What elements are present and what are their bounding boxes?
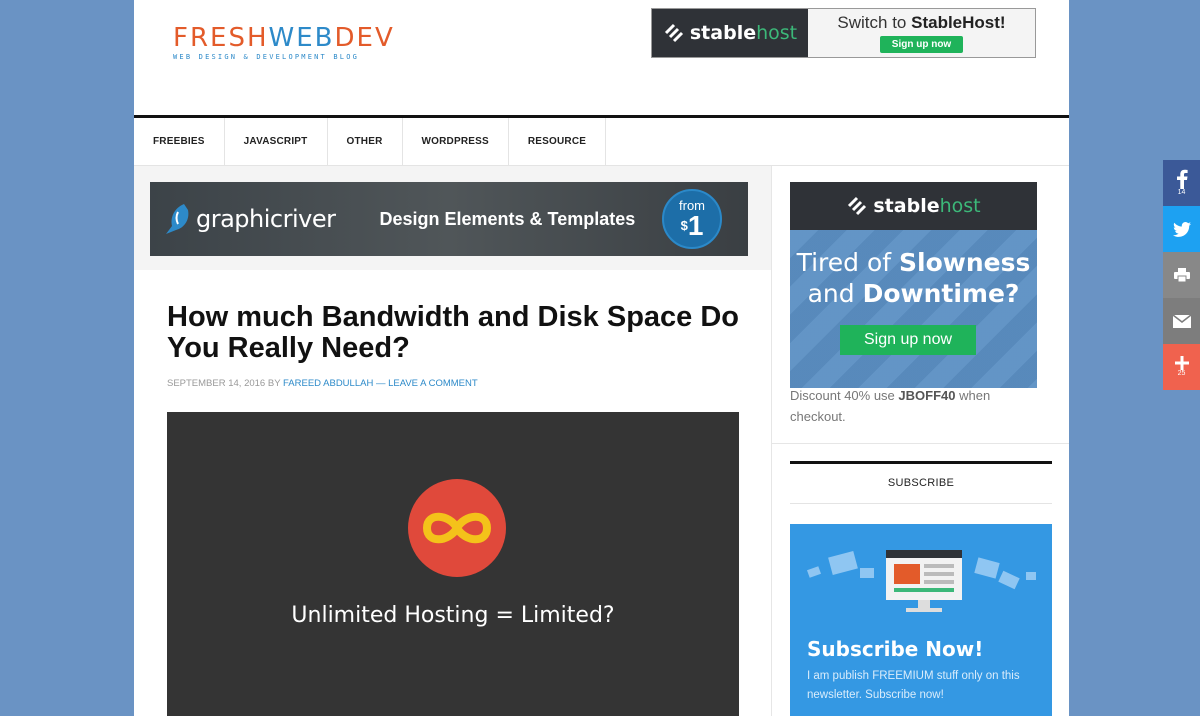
- main-nav: FREEBIES JAVASCRIPT OTHER WORDPRESS RESO…: [134, 115, 1069, 166]
- price-currency: $: [680, 217, 688, 233]
- price-value: $1: [680, 209, 704, 241]
- discount-note: Discount 40% use JBOFF40 when checkout.: [790, 385, 1020, 427]
- header-ad-stablehost[interactable]: stablehost Switch to StableHost! Sign up…: [651, 8, 1036, 58]
- nav-item-wordpress[interactable]: WORDPRESS: [403, 118, 509, 165]
- page-container: FRESHWEBDEV WEB DESIGN & DEVELOPMENT BLO…: [134, 0, 1069, 716]
- nav-item-freebies[interactable]: FREEBIES: [134, 118, 225, 165]
- share-print-button[interactable]: [1163, 252, 1200, 298]
- fish-icon: [166, 204, 189, 234]
- post-image-caption: Unlimited Hosting = Limited?: [291, 603, 615, 628]
- stablehost-wordmark: stablehost: [873, 195, 980, 217]
- nav-item-resource[interactable]: RESOURCE: [509, 118, 607, 165]
- graphicriver-logo: graphicriver: [164, 202, 336, 236]
- sidebar-ad-stablehost[interactable]: stablehost Tired of Slowness and Downtim…: [790, 182, 1037, 388]
- nav-item-javascript[interactable]: JAVASCRIPT: [225, 118, 328, 165]
- share-email-button[interactable]: [1163, 298, 1200, 344]
- facebook-icon: [1176, 169, 1188, 189]
- share-more-button[interactable]: 25: [1163, 344, 1200, 390]
- share-facebook-button[interactable]: 14: [1163, 160, 1200, 206]
- sidebar-divider: [772, 443, 1069, 444]
- header-ad-title-bold: StableHost!: [911, 13, 1006, 32]
- print-icon: [1173, 268, 1190, 282]
- price-badge: from $1: [662, 189, 722, 249]
- discount-code: JBOFF40: [898, 388, 956, 403]
- price-amount: 1: [687, 209, 704, 241]
- post-title[interactable]: How much Bandwidth and Disk Space Do You…: [167, 302, 747, 364]
- graphicriver-wordmark: graphicriver: [196, 205, 336, 233]
- facebook-share-count: 14: [1177, 189, 1186, 196]
- stablehost-logo-icon: [848, 196, 867, 216]
- site-logo[interactable]: FRESHWEBDEV WEB DESIGN & DEVELOPMENT BLO…: [173, 24, 395, 61]
- share-bar: 14 25: [1163, 160, 1200, 390]
- post-by: BY: [267, 378, 281, 389]
- sidebar-ad-headline: Tired of Slowness and Downtime?: [790, 247, 1037, 309]
- post-author-link[interactable]: FAREED ABDULLAH: [283, 378, 373, 389]
- column-divider: [771, 166, 772, 716]
- twitter-icon: [1172, 221, 1191, 237]
- share-twitter-button[interactable]: [1163, 206, 1200, 252]
- headline-line2-a: and: [807, 279, 863, 308]
- sidebar-ad-signup-button[interactable]: Sign up now: [840, 325, 976, 355]
- headline-line1-b: Slowness: [899, 248, 1031, 277]
- brand-stable: stable: [689, 22, 757, 44]
- logo-fresh: FRESH: [173, 23, 269, 53]
- header-ad-brand: stablehost: [652, 9, 808, 57]
- more-share-count: 25: [1177, 370, 1186, 377]
- brand-host: host: [756, 22, 798, 44]
- logo-tagline: WEB DESIGN & DEVELOPMENT BLOG: [173, 53, 360, 61]
- headline-line1-a: Tired of: [796, 248, 900, 277]
- email-icon: [1172, 314, 1191, 328]
- infinity-icon: [408, 479, 506, 577]
- post-meta: SEPTEMBER 14, 2016 BY FAREED ABDULLAH — …: [167, 378, 478, 389]
- leave-comment-link[interactable]: LEAVE A COMMENT: [388, 378, 478, 389]
- stablehost-wordmark: stablehost: [690, 22, 797, 44]
- nav-item-other[interactable]: OTHER: [328, 118, 403, 165]
- graphicriver-banner-ad[interactable]: graphicriver Design Elements & Templates…: [150, 182, 748, 256]
- discount-prefix: Discount 40% use: [790, 388, 899, 403]
- newsletter-illustration-icon: [806, 550, 1036, 612]
- stablehost-logo-icon: [664, 23, 683, 43]
- header-ad-title-prefix: Switch to: [837, 13, 912, 32]
- post-featured-image: Unlimited Hosting = Limited?: [167, 412, 739, 716]
- sidebar-ad-header: stablehost: [790, 182, 1037, 230]
- header-ad-signup-button[interactable]: Sign up now: [879, 36, 964, 53]
- subscribe-title: Subscribe Now!: [807, 637, 984, 661]
- header-ad-title: Switch to StableHost!: [837, 13, 1005, 33]
- banner-tagline: Design Elements & Templates: [379, 208, 636, 229]
- header-ad-cta: Switch to StableHost! Sign up now: [808, 9, 1035, 57]
- logo-wordmark: FRESHWEBDEV: [173, 24, 395, 52]
- subscribe-widget: Subscribe Now! I am publish FREEMIUM stu…: [790, 524, 1052, 716]
- meta-separator: —: [375, 378, 386, 389]
- post-date: SEPTEMBER 14, 2016: [167, 378, 266, 389]
- brand-stable: stable: [873, 195, 940, 217]
- subscribe-heading: SUBSCRIBE: [790, 461, 1052, 504]
- plus-icon: [1174, 356, 1189, 370]
- brand-host: host: [939, 195, 981, 217]
- subscribe-text: I am publish FREEMIUM stuff only on this…: [807, 670, 1020, 701]
- headline-line2-b: Downtime?: [862, 279, 1020, 308]
- logo-web: WEB: [268, 23, 335, 53]
- logo-dev: DEV: [334, 23, 395, 53]
